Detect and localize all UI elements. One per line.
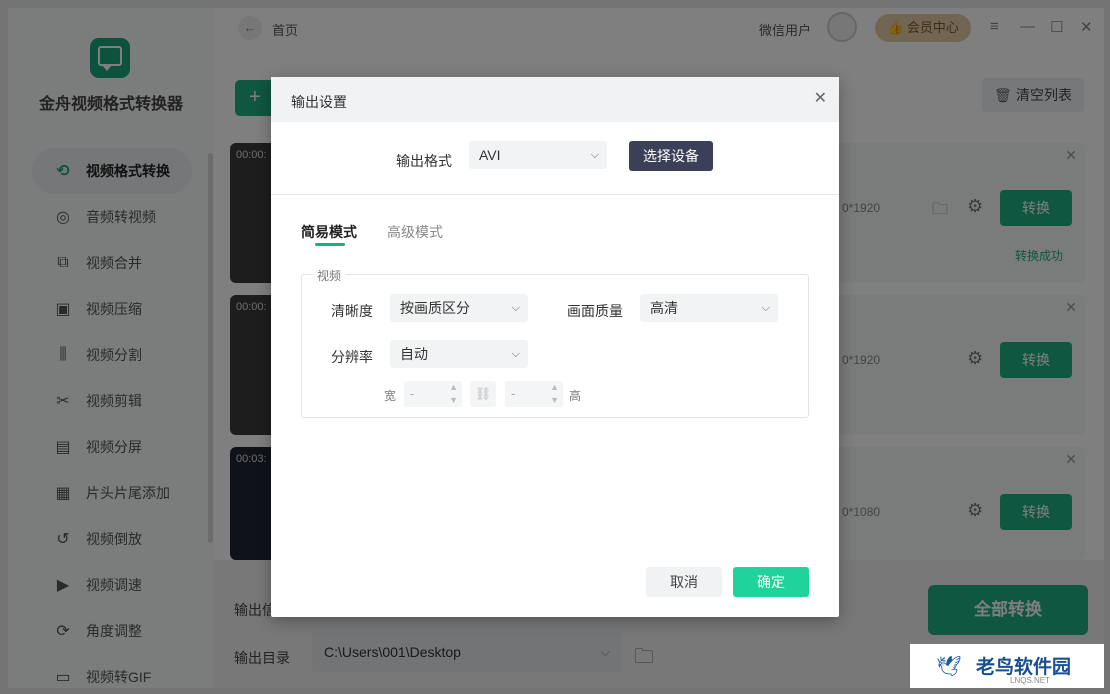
- width-value: -: [410, 386, 415, 401]
- confirm-button[interactable]: 确定: [733, 567, 809, 597]
- select-device-button[interactable]: 选择设备: [629, 141, 713, 171]
- active-tab-indicator: [315, 243, 345, 246]
- watermark-sub: LNQS.NET: [1010, 676, 1051, 685]
- quality-select[interactable]: 高清 ⌵: [640, 294, 778, 322]
- output-format-label: 输出格式: [396, 153, 452, 169]
- dialog-title: 输出设置: [291, 94, 347, 110]
- height-label: 高: [569, 389, 582, 403]
- output-format-select[interactable]: AVI ⌵: [469, 141, 607, 169]
- width-label: 宽: [384, 389, 397, 403]
- watermark-text: 老鸟软件园: [976, 657, 1072, 678]
- height-input[interactable]: - ▲ ▼: [505, 381, 563, 407]
- dialog-header: 输出设置 ✕: [271, 77, 839, 122]
- video-group-title: 视频: [313, 267, 346, 284]
- divider: [271, 194, 839, 195]
- spinner-icon: ▲ ▼: [449, 382, 458, 405]
- height-value: -: [511, 386, 516, 401]
- bird-icon: 🕊: [936, 656, 962, 678]
- output-settings-dialog: 输出设置 ✕ 输出格式 AVI ⌵ 选择设备 简易模式 高级模式 视频 清晰度 按…: [271, 77, 839, 617]
- quality-value: 高清: [650, 300, 678, 316]
- chevron-down-icon: ⌵: [511, 348, 520, 360]
- chevron-down-icon: ⌵: [511, 302, 520, 314]
- cancel-button[interactable]: 取消: [646, 567, 722, 597]
- quality-label: 画面质量: [567, 303, 623, 319]
- resolution-select[interactable]: 自动 ⌵: [390, 340, 528, 368]
- chevron-down-icon: ⌵: [761, 302, 770, 314]
- clarity-value: 按画质区分: [400, 300, 470, 316]
- tab-simple-mode[interactable]: 简易模式: [301, 222, 357, 242]
- clarity-select[interactable]: 按画质区分 ⌵: [390, 294, 528, 322]
- resolution-label: 分辨率: [331, 349, 373, 365]
- spinner-icon: ▲ ▼: [550, 382, 559, 405]
- clarity-label: 清晰度: [331, 303, 373, 319]
- output-format-value: AVI: [479, 147, 501, 163]
- link-ratio-icon[interactable]: ⛓: [470, 381, 496, 407]
- width-input[interactable]: - ▲ ▼: [404, 381, 462, 407]
- chevron-down-icon: ⌵: [590, 149, 599, 161]
- watermark-logo: 🕊 老鸟软件园 LNQS.NET: [910, 644, 1104, 688]
- close-icon[interactable]: ✕: [814, 88, 827, 108]
- tab-advanced-mode[interactable]: 高级模式: [387, 222, 443, 242]
- resolution-value: 自动: [400, 346, 428, 362]
